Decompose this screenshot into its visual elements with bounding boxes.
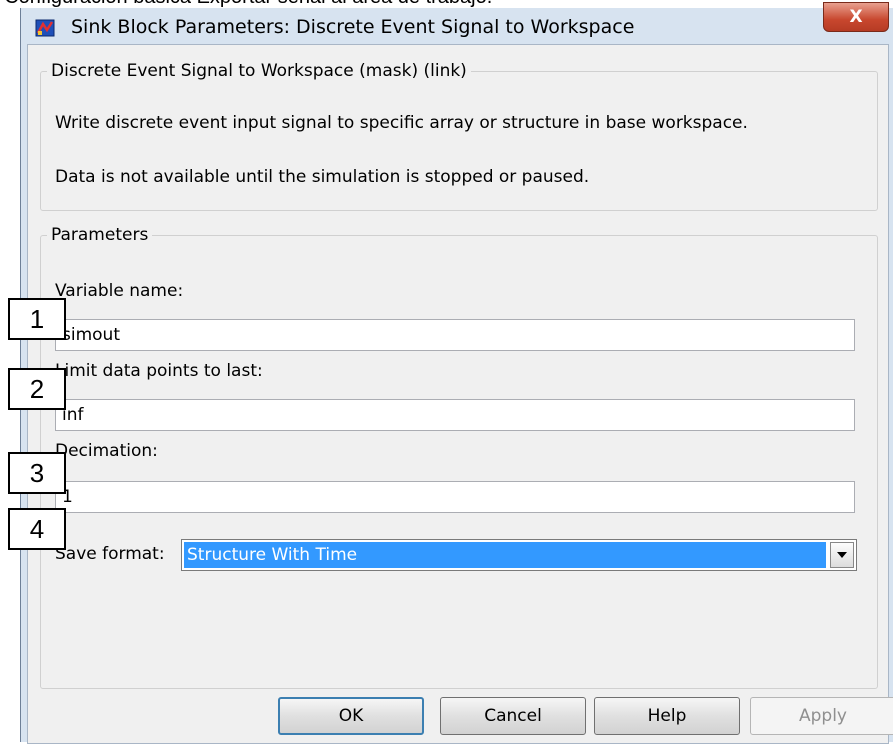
limit-points-input[interactable]: inf <box>55 399 855 431</box>
decimation-label: Decimation: <box>55 441 158 461</box>
close-button[interactable]: X <box>823 2 889 32</box>
simulink-block-icon <box>35 18 55 38</box>
parameters-legend: Parameters <box>51 225 149 245</box>
cancel-button[interactable]: Cancel <box>440 697 586 735</box>
callout-4: 4 <box>8 508 66 550</box>
close-icon: X <box>849 7 863 27</box>
title-bar[interactable]: Sink Block Parameters: Discrete Event Si… <box>21 2 893 46</box>
help-button[interactable]: Help <box>594 697 740 735</box>
window-title: Sink Block Parameters: Discrete Event Si… <box>71 16 635 38</box>
apply-button[interactable]: Apply <box>750 697 893 735</box>
save-format-value: Structure With Time <box>184 542 826 568</box>
dropdown-arrow-icon[interactable] <box>830 542 854 568</box>
dialog-window: Sink Block Parameters: Discrete Event Si… <box>20 2 893 744</box>
callout-2: 2 <box>8 368 66 410</box>
description-group: Discrete Event Signal to Workspace (mask… <box>40 61 878 211</box>
decimation-input[interactable]: 1 <box>55 481 855 513</box>
limit-points-label: Limit data points to last: <box>55 361 263 381</box>
parameters-group: Parameters Variable name: simout Limit d… <box>40 225 878 689</box>
description-legend: Discrete Event Signal to Workspace (mask… <box>51 61 467 81</box>
callout-3: 3 <box>8 452 66 494</box>
dialog-client-area: Discrete Event Signal to Workspace (mask… <box>27 44 893 744</box>
figure-caption: 1. Configuración básica Exportar señal a… <box>0 0 492 8</box>
save-format-select[interactable]: Structure With Time <box>181 539 857 571</box>
ok-button[interactable]: OK <box>278 697 424 735</box>
variable-name-label: Variable name: <box>55 281 184 301</box>
save-format-label: Save format: <box>55 544 165 564</box>
variable-name-input[interactable]: simout <box>55 319 855 351</box>
callout-1: 1 <box>8 298 66 340</box>
description-line-2: Data is not available until the simulati… <box>55 167 590 187</box>
description-line-1: Write discrete event input signal to spe… <box>55 113 748 133</box>
